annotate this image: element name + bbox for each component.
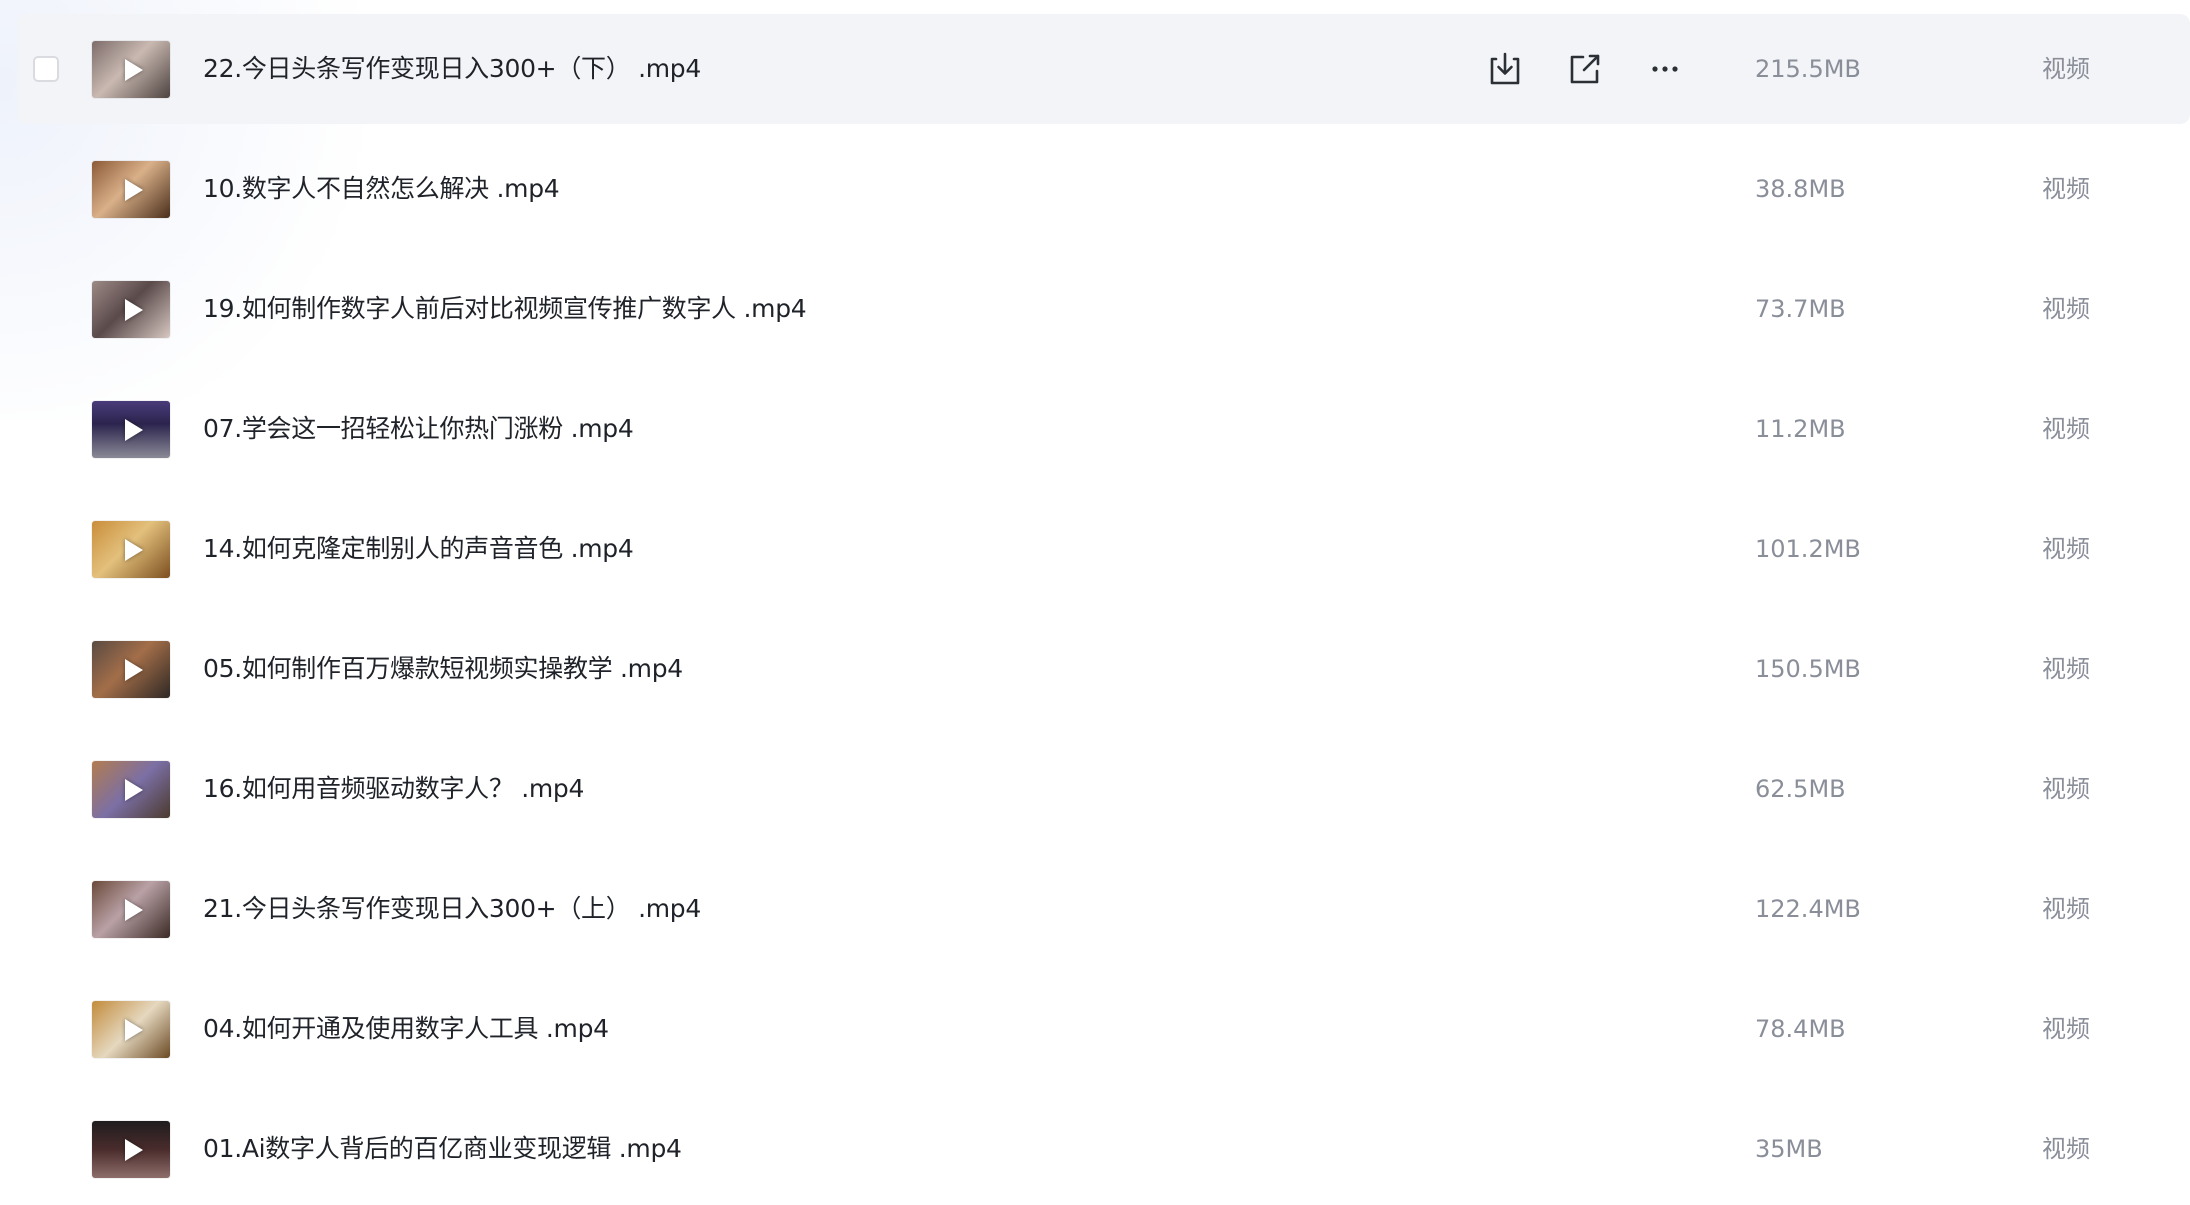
file-type: 视频 [2042, 895, 2090, 923]
file-size: 35MB [1755, 1135, 1823, 1163]
file-type: 视频 [2042, 55, 2090, 83]
file-row[interactable]: 16.如何用音频驱动数字人？ .mp4 62.5MB 视频 [17, 734, 2190, 844]
file-row[interactable]: 10.数字人不自然怎么解决 .mp4 38.8MB 视频 [17, 134, 2190, 244]
play-icon [125, 178, 143, 201]
file-size: 101.2MB [1755, 535, 1861, 563]
video-thumbnail [92, 161, 170, 218]
video-thumbnail [92, 281, 170, 338]
file-size: 122.4MB [1755, 895, 1861, 923]
video-thumbnail [92, 41, 170, 98]
play-icon [125, 418, 143, 441]
play-icon [125, 58, 143, 81]
file-type: 视频 [2042, 175, 2090, 203]
play-icon [125, 898, 143, 921]
play-icon [125, 658, 143, 681]
file-row[interactable]: 21.今日头条写作变现日入300+（上） .mp4 122.4MB 视频 [17, 854, 2190, 964]
file-type: 视频 [2042, 295, 2090, 323]
file-name[interactable]: 10.数字人不自然怎么解决 .mp4 [203, 134, 560, 244]
file-size: 215.5MB [1755, 55, 1861, 83]
video-thumbnail [92, 1001, 170, 1058]
video-thumbnail [92, 401, 170, 458]
file-type: 视频 [2042, 1015, 2090, 1043]
file-name[interactable]: 05.如何制作百万爆款短视频实操教学 .mp4 [203, 614, 683, 724]
video-thumbnail [92, 521, 170, 578]
file-name[interactable]: 21.今日头条写作变现日入300+（上） .mp4 [203, 854, 701, 964]
play-icon [125, 778, 143, 801]
file-row[interactable]: 07.学会这一招轻松让你热门涨粉 .mp4 11.2MB 视频 [17, 374, 2190, 484]
video-thumbnail [92, 881, 170, 938]
file-row[interactable]: 22.今日头条写作变现日入300+（下） .mp4 215.5MB 视频 [17, 14, 2190, 124]
file-row[interactable]: 19.如何制作数字人前后对比视频宣传推广数字人 .mp4 73.7MB 视频 [17, 254, 2190, 364]
file-type: 视频 [2042, 1135, 2090, 1163]
file-size: 11.2MB [1755, 415, 1846, 443]
file-list: 22.今日头条写作变现日入300+（下） .mp4 215.5MB 视频 10.… [0, 0, 2190, 1205]
file-type: 视频 [2042, 775, 2090, 803]
file-row[interactable]: 14.如何克隆定制别人的声音音色 .mp4 101.2MB 视频 [17, 494, 2190, 604]
video-thumbnail [92, 761, 170, 818]
file-size: 73.7MB [1755, 295, 1846, 323]
file-name[interactable]: 04.如何开通及使用数字人工具 .mp4 [203, 974, 609, 1084]
share-icon[interactable] [1561, 45, 1609, 93]
file-size: 62.5MB [1755, 775, 1846, 803]
file-name[interactable]: 19.如何制作数字人前后对比视频宣传推广数字人 .mp4 [203, 254, 807, 364]
file-row[interactable]: 01.Ai数字人背后的百亿商业变现逻辑 .mp4 35MB 视频 [17, 1094, 2190, 1204]
file-name[interactable]: 16.如何用音频驱动数字人？ .mp4 [203, 734, 584, 844]
play-icon [125, 538, 143, 561]
play-icon [125, 298, 143, 321]
file-name[interactable]: 07.学会这一招轻松让你热门涨粉 .mp4 [203, 374, 634, 484]
download-icon[interactable] [1481, 45, 1529, 93]
file-size: 78.4MB [1755, 1015, 1846, 1043]
file-row[interactable]: 05.如何制作百万爆款短视频实操教学 .mp4 150.5MB 视频 [17, 614, 2190, 724]
file-size: 38.8MB [1755, 175, 1846, 203]
play-icon [125, 1018, 143, 1041]
file-name[interactable]: 14.如何克隆定制别人的声音音色 .mp4 [203, 494, 634, 604]
file-type: 视频 [2042, 655, 2090, 683]
video-thumbnail [92, 641, 170, 698]
file-name[interactable]: 01.Ai数字人背后的百亿商业变现逻辑 .mp4 [203, 1094, 682, 1204]
video-thumbnail [92, 1121, 170, 1178]
file-type: 视频 [2042, 535, 2090, 563]
file-size: 150.5MB [1755, 655, 1861, 683]
row-checkbox[interactable] [33, 56, 59, 82]
file-row[interactable]: 04.如何开通及使用数字人工具 .mp4 78.4MB 视频 [17, 974, 2190, 1084]
file-name[interactable]: 22.今日头条写作变现日入300+（下） .mp4 [203, 14, 701, 124]
play-icon [125, 1138, 143, 1161]
more-icon[interactable] [1641, 45, 1689, 93]
file-type: 视频 [2042, 415, 2090, 443]
